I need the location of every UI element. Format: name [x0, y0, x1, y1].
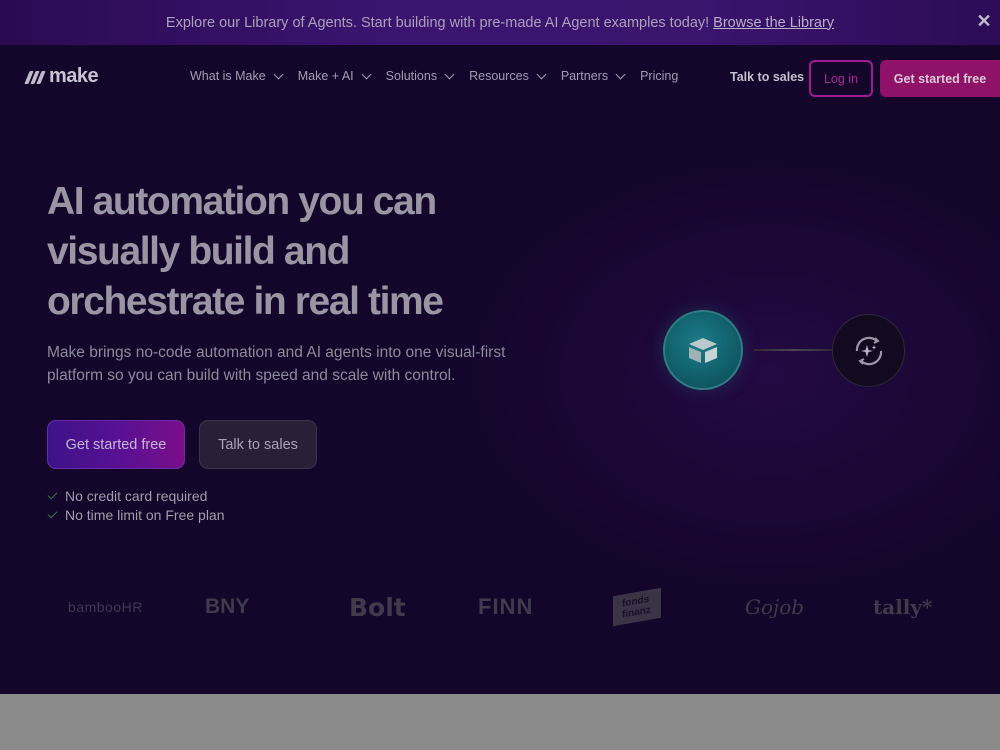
list-item: No credit card required	[47, 487, 225, 506]
hero-title: AI automation you can visually build and…	[47, 177, 527, 327]
chevron-down-icon	[615, 69, 626, 79]
benefit-text: No credit card required	[65, 488, 208, 505]
benefit-list: No credit card required No time limit on…	[47, 487, 225, 525]
nav-item-what-is-make[interactable]: What is Make	[190, 69, 284, 83]
airtable-box-icon	[689, 338, 717, 363]
chevron-down-icon	[361, 69, 372, 79]
workflow-node-airtable[interactable]	[663, 310, 743, 390]
chevron-down-icon	[273, 69, 284, 79]
workflow-node-ai[interactable]	[832, 314, 905, 387]
talk-to-sales-button[interactable]: Talk to sales	[199, 420, 317, 469]
get-started-free-button[interactable]: Get started free	[47, 420, 185, 469]
fonds-finanz-logo-text: fonds finanz	[613, 587, 661, 627]
gojob-logo: Gojob	[745, 595, 805, 619]
nav-item-make-ai[interactable]: Make + AI	[297, 69, 372, 83]
announcement-banner: Explore our Library of Agents. Start bui…	[0, 0, 1000, 45]
check-icon	[47, 489, 58, 500]
logo-text: make	[49, 65, 99, 87]
nav-item-label: Partners	[560, 69, 609, 83]
nav-item-solutions[interactable]: Solutions	[385, 69, 455, 83]
nav-item-label: What is Make	[190, 69, 266, 83]
bny-logo-text: BNY	[205, 595, 250, 618]
browse-library-link[interactable]: Browse the Library	[713, 15, 834, 31]
login-button[interactable]: Log in	[809, 60, 873, 97]
workflow-diagram	[660, 310, 910, 394]
nav-item-label: Make + AI	[297, 69, 354, 83]
tally-logo: tally*	[873, 595, 933, 619]
nav-item-resources[interactable]: Resources	[469, 69, 547, 83]
bolt-logo: Bolt	[349, 592, 406, 622]
finn-logo: FINN	[478, 594, 534, 619]
make-logo[interactable]: make	[24, 65, 99, 88]
benefit-text: No time limit on Free plan	[65, 506, 225, 523]
top-navigation: make What is Make Make + AI Solutions Re…	[0, 45, 1000, 110]
nav-item-partners[interactable]: Partners	[560, 69, 626, 83]
nav-item-pricing[interactable]: Pricing	[640, 69, 678, 83]
banner-text: Explore our Library of Agents. Start bui…	[165, 14, 710, 31]
nav-item-label: Resources	[469, 69, 529, 83]
bny-logo: BNY	[205, 585, 249, 629]
fonds-finanz-logo: fonds finanz	[613, 585, 661, 629]
get-started-free-nav-button[interactable]: Get started free	[880, 60, 1000, 97]
make-logo-icon	[24, 70, 46, 84]
talk-to-sales-link[interactable]: Talk to sales	[730, 70, 804, 84]
ai-sparkle-cycle-icon	[855, 336, 882, 365]
close-icon[interactable]: ✕	[974, 11, 994, 31]
chevron-down-icon	[536, 69, 547, 79]
customer-logos: bambooHR BNY Bolt FINN fonds finanz Gojo…	[60, 585, 960, 629]
hero-title-line: orchestrate in real time	[47, 280, 444, 323]
hero-subtitle: Make brings no-code automation and AI ag…	[47, 344, 506, 384]
hero-title-line: AI automation you can	[47, 180, 437, 223]
hero-title-line: visually build and	[47, 230, 350, 273]
check-icon	[47, 508, 58, 519]
nav-item-label: Solutions	[385, 69, 438, 83]
list-item: No time limit on Free plan	[47, 506, 225, 525]
nav-item-label: Pricing	[640, 69, 679, 83]
connector-line	[754, 349, 834, 351]
bamboohr-logo: bambooHR	[68, 599, 143, 615]
hero-section: make What is Make Make + AI Solutions Re…	[0, 45, 1000, 694]
chevron-down-icon	[444, 69, 455, 79]
main-menu: What is Make Make + AI Solutions Resourc…	[190, 69, 694, 83]
